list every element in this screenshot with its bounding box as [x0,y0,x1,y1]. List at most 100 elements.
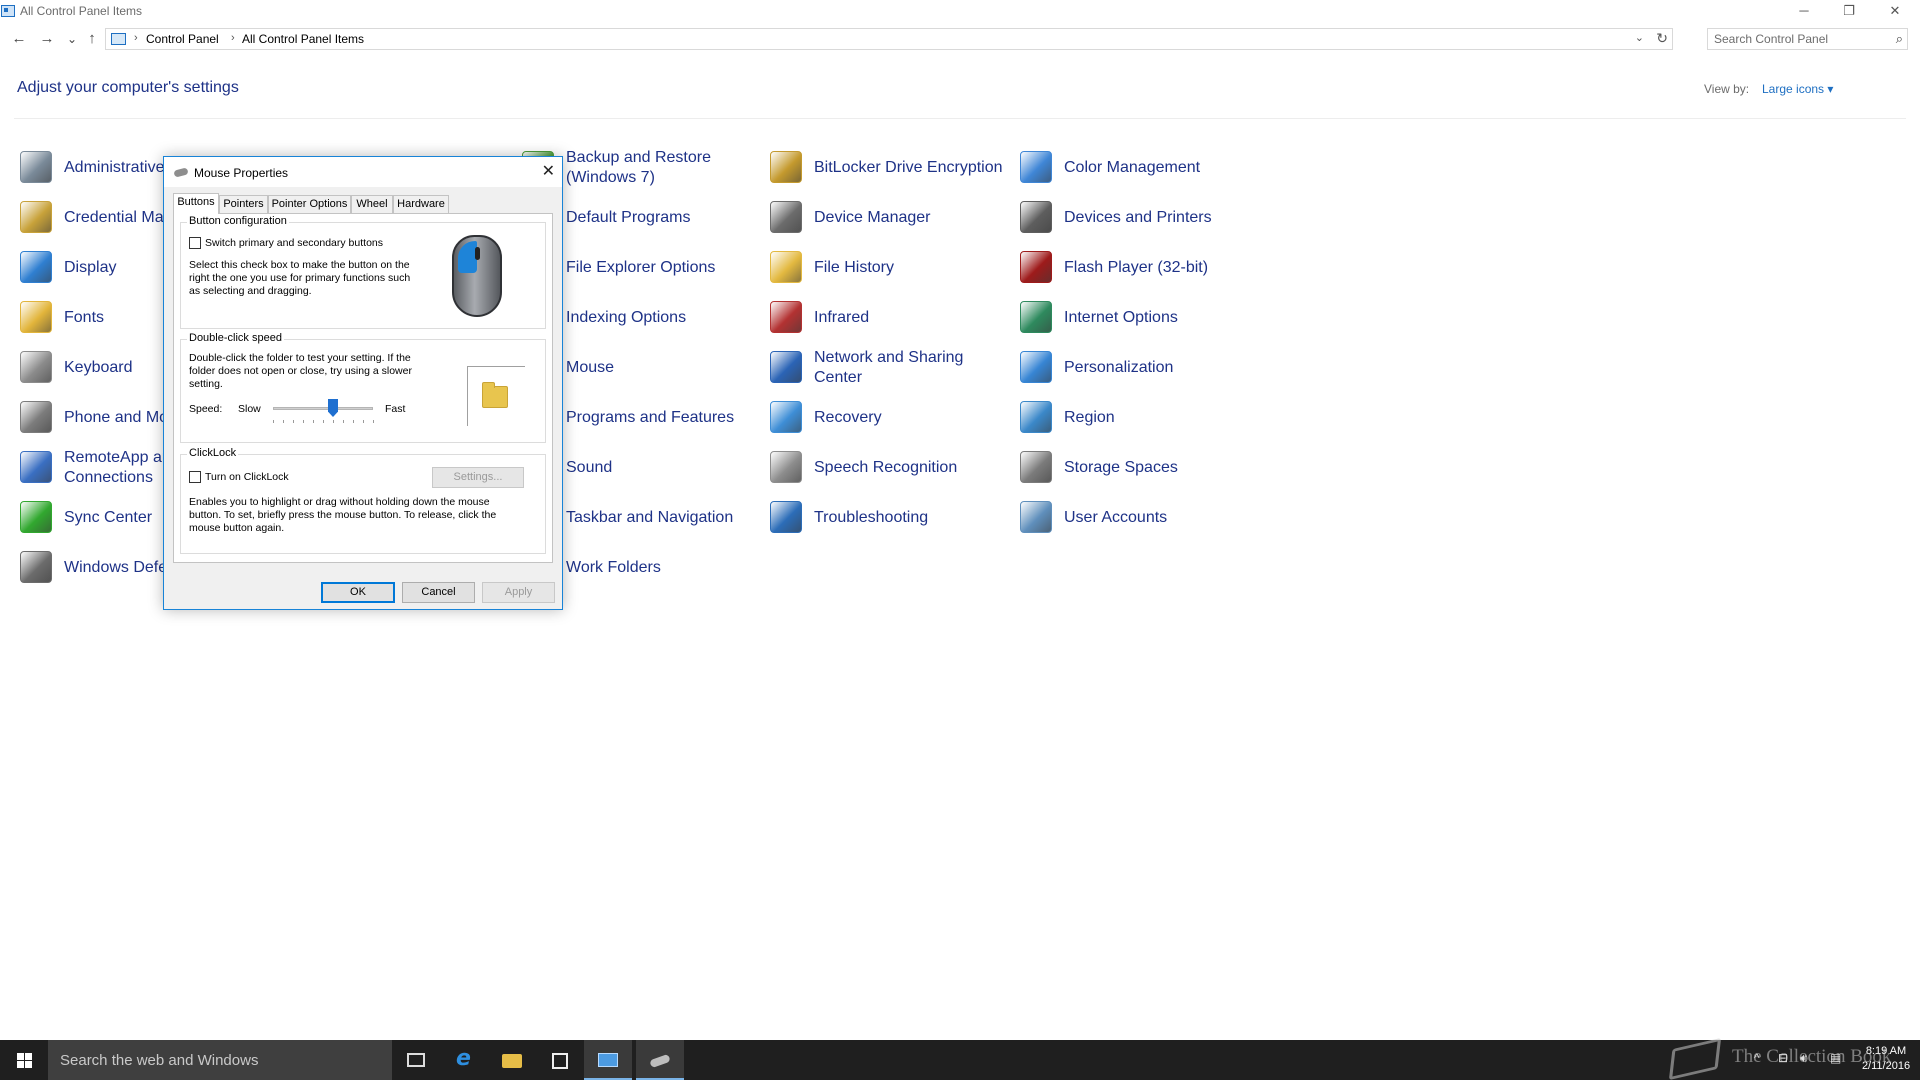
cp-item-label[interactable]: Device Manager [814,195,931,241]
clicklock-label[interactable]: Turn on ClickLock [205,471,289,484]
slow-label: Slow [238,403,261,415]
cp-item-label[interactable]: Recovery [814,395,882,441]
cp-item-label[interactable]: Infrared [814,295,869,341]
ok-button[interactable]: OK [321,582,395,603]
cp-item-col3-1[interactable]: Device Manager [770,195,1010,241]
switch-buttons-label[interactable]: Switch primary and secondary buttons [205,237,425,250]
cp-item-label[interactable]: Indexing Options [566,295,686,341]
cp-item-col3-4[interactable]: Network and Sharing Center [770,345,1010,391]
tab-pointer-options[interactable]: Pointer Options [268,195,351,213]
cp-item-col3-3[interactable]: Infrared [770,295,1010,341]
cp-item-col4-2[interactable]: Flash Player (32-bit) [1020,245,1260,291]
cp-item-col3-6[interactable]: Speech Recognition [770,445,1010,491]
cp-item-label[interactable]: Network and Sharing Center [814,345,963,391]
file-history-icon [770,251,802,283]
cancel-button[interactable]: Cancel [402,582,475,603]
cp-item-label[interactable]: Sync Center [64,495,152,541]
search-box[interactable]: ⌕ [1707,28,1908,50]
cp-item-label[interactable]: User Accounts [1064,495,1167,541]
taskbar-search-placeholder[interactable]: Search the web and Windows [60,1052,258,1069]
folder-icon[interactable] [482,382,508,408]
cp-item-label[interactable]: File History [814,245,894,291]
tab-wheel[interactable]: Wheel [351,195,393,213]
cp-item-col4-7[interactable]: User Accounts [1020,495,1260,541]
cp-item-label[interactable]: File Explorer Options [566,245,715,291]
control-panel-taskbar-button[interactable] [584,1040,632,1080]
cp-item-col4-1[interactable]: Devices and Printers [1020,195,1260,241]
slider-thumb[interactable] [328,399,338,417]
cp-item-label[interactable]: Region [1064,395,1115,441]
cp-item-col4-6[interactable]: Storage Spaces [1020,445,1260,491]
up-button[interactable]: ↑ [82,29,102,49]
region-icon [1020,401,1052,433]
slider-tick [293,420,294,423]
task-view-icon [407,1053,425,1067]
cp-item-label[interactable]: Storage Spaces [1064,445,1178,491]
edge-button[interactable]: e [440,1040,488,1080]
tab-hardware[interactable]: Hardware [393,195,449,213]
recent-locations-button[interactable]: ⌄ [62,29,82,49]
refresh-button[interactable]: ↻ [1656,30,1668,47]
cp-item-label[interactable]: Internet Options [1064,295,1178,341]
cp-item-label[interactable]: Troubleshooting [814,495,928,541]
breadcrumb-separator[interactable]: › [231,32,235,44]
defender-icon [20,551,52,583]
cp-item-label[interactable]: Personalization [1064,345,1173,391]
double-click-speed-slider[interactable] [273,398,374,428]
cp-item-col4-5[interactable]: Region [1020,395,1260,441]
dialog-title-bar: Mouse Properties ✕ [164,157,562,187]
breadcrumb-all-items[interactable]: All Control Panel Items [242,32,364,46]
forward-button[interactable]: → [37,29,57,49]
cp-item-label[interactable]: Display [64,245,116,291]
address-dropdown-button[interactable]: ⌄ [1635,31,1644,44]
cp-item-col3-0[interactable]: BitLocker Drive Encryption [770,145,1010,191]
group-title: Button configuration [187,215,289,227]
cp-item-label[interactable]: Default Programs [566,195,691,241]
back-button[interactable]: ← [9,29,29,49]
mouse-illustration-icon [452,235,502,317]
restore-button[interactable]: ❐ [1826,0,1872,22]
file-explorer-button[interactable] [488,1040,536,1080]
test-folder-area[interactable] [467,366,525,426]
tab-buttons[interactable]: Buttons [173,193,219,214]
cp-item-label[interactable]: Sound [566,445,612,491]
search-icon[interactable]: ⌕ [1896,31,1903,47]
clicklock-settings-button[interactable]: Settings... [432,467,524,488]
apply-button[interactable]: Apply [482,582,555,603]
task-view-button[interactable] [392,1040,440,1080]
address-bar[interactable]: › Control Panel › All Control Panel Item… [105,28,1673,50]
windows-logo-icon [17,1053,24,1060]
recovery-icon [770,401,802,433]
store-button[interactable] [536,1040,584,1080]
cp-item-label[interactable]: BitLocker Drive Encryption [814,145,1003,191]
mouse-properties-taskbar-button[interactable] [636,1040,684,1080]
cp-item-label[interactable]: Work Folders [566,545,661,591]
switch-buttons-checkbox[interactable] [189,237,201,249]
cp-item-label[interactable]: Programs and Features [566,395,734,441]
cp-item-label[interactable]: Mouse [566,345,614,391]
cp-item-label[interactable]: Devices and Printers [1064,195,1212,241]
view-by-dropdown[interactable]: Large icons [1762,82,1833,96]
cp-item-label[interactable]: Fonts [64,295,104,341]
search-input[interactable] [1714,31,1884,47]
clicklock-checkbox[interactable] [189,471,201,483]
dialog-close-button[interactable]: ✕ [542,161,555,181]
start-button[interactable] [0,1040,48,1080]
cp-item-label[interactable]: Taskbar and Navigation [566,495,733,541]
cp-item-label[interactable]: Backup and Restore (Windows 7) [566,145,711,191]
breadcrumb-control-panel[interactable]: Control Panel [146,32,219,46]
cp-item-col4-4[interactable]: Personalization [1020,345,1260,391]
close-button[interactable]: ✕ [1872,0,1918,22]
cp-item-col4-0[interactable]: Color Management [1020,145,1260,191]
cp-item-col4-3[interactable]: Internet Options [1020,295,1260,341]
taskbar-search-box[interactable]: Search the web and Windows [48,1040,392,1080]
cp-item-label[interactable]: Keyboard [64,345,133,391]
cp-item-col3-5[interactable]: Recovery [770,395,1010,441]
cp-item-label[interactable]: Flash Player (32-bit) [1064,245,1208,291]
cp-item-label[interactable]: Speech Recognition [814,445,957,491]
cp-item-label[interactable]: Color Management [1064,145,1200,191]
tab-pointers[interactable]: Pointers [219,195,268,213]
minimize-button[interactable]: ─ [1781,0,1827,22]
cp-item-col3-7[interactable]: Troubleshooting [770,495,1010,541]
cp-item-col3-2[interactable]: File History [770,245,1010,291]
